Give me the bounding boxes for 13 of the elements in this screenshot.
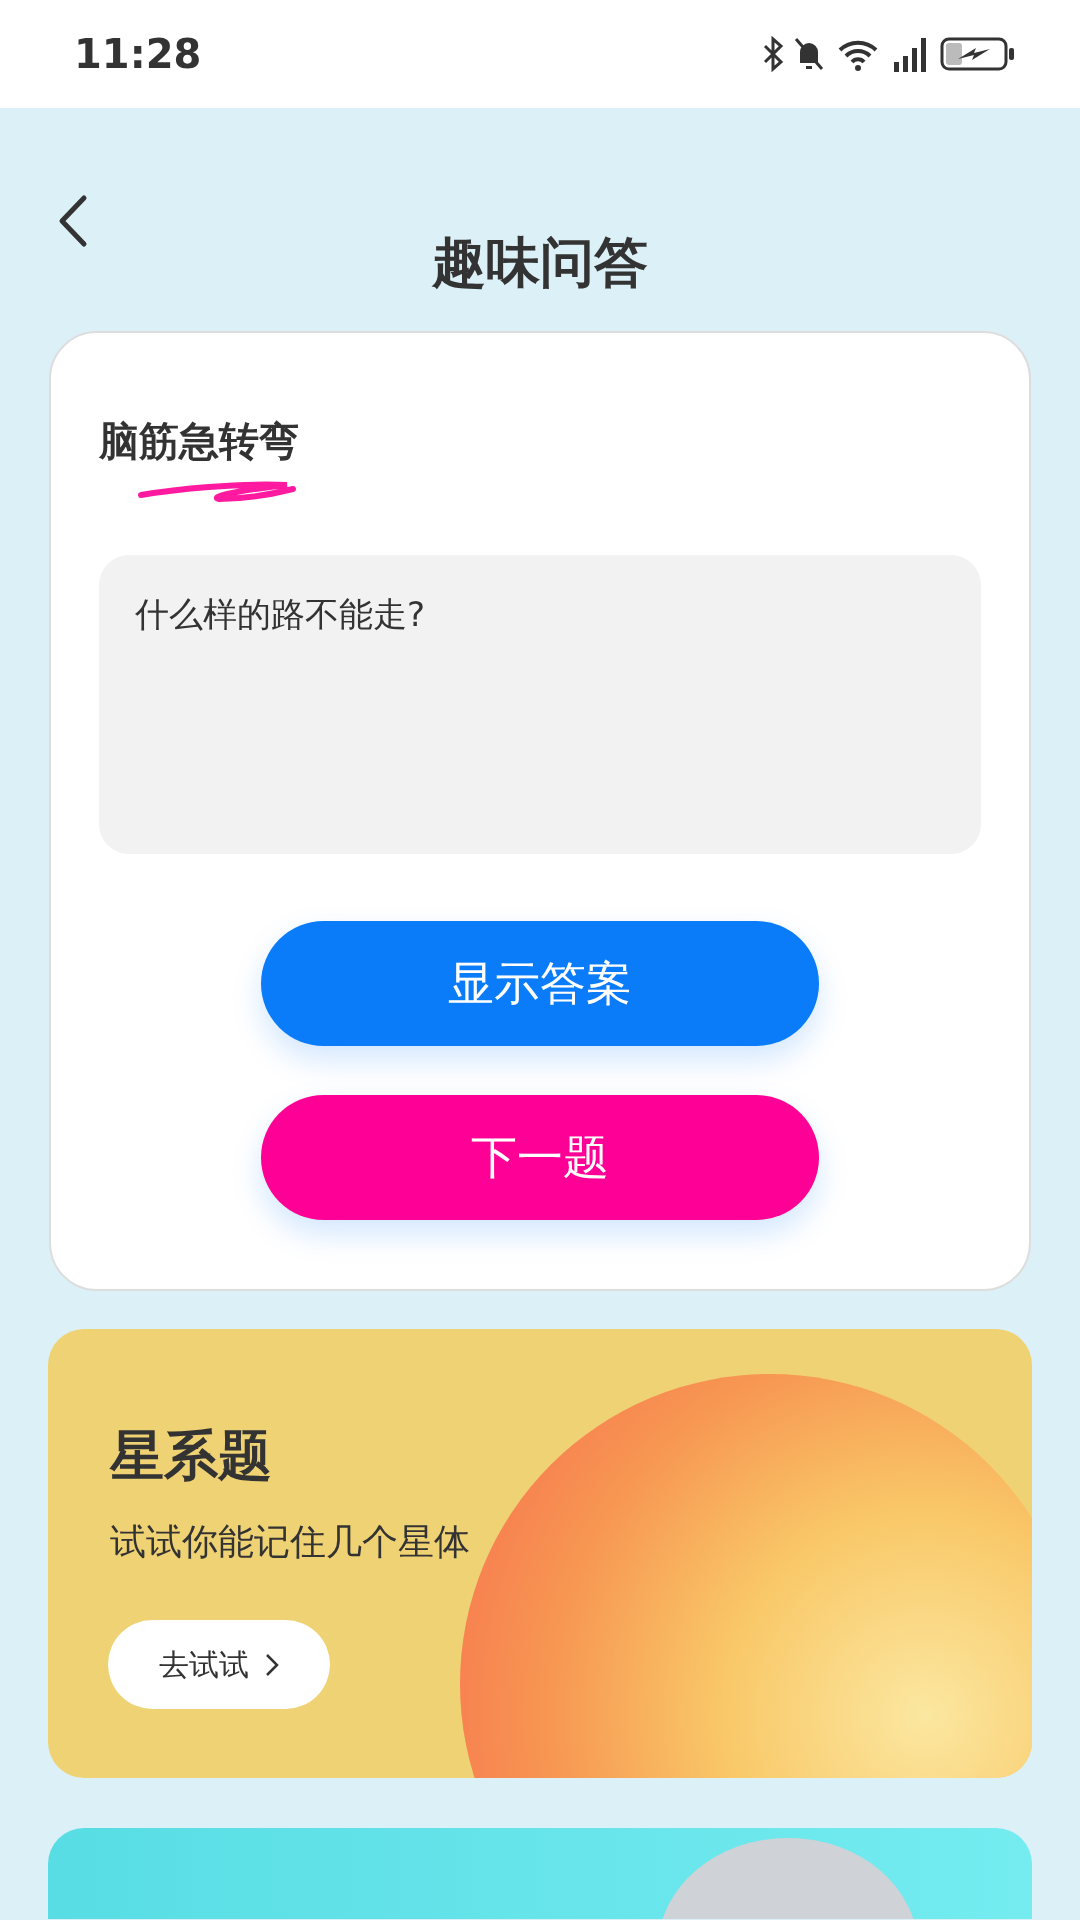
page-title: 趣味问答 [432,230,648,296]
bluetooth-icon [762,36,784,72]
chevron-right-icon [265,1651,279,1678]
try-button[interactable]: 去试试 [108,1620,330,1709]
battery-charging-icon [940,35,1016,73]
quiz-button[interactable]: 显示答案 [261,921,819,1046]
section-title: 脑筋急转弯 [99,417,299,466]
question-text: 什么样的路不能走? [99,555,981,854]
card-title: 星系题 [110,1423,272,1489]
card-subtitle: 试试你能记住几个星体 [110,1520,470,1564]
status-time: 11:28 [74,30,202,79]
muted-bell-icon [792,35,826,73]
quiz-button[interactable]: 下一题 [261,1095,819,1220]
